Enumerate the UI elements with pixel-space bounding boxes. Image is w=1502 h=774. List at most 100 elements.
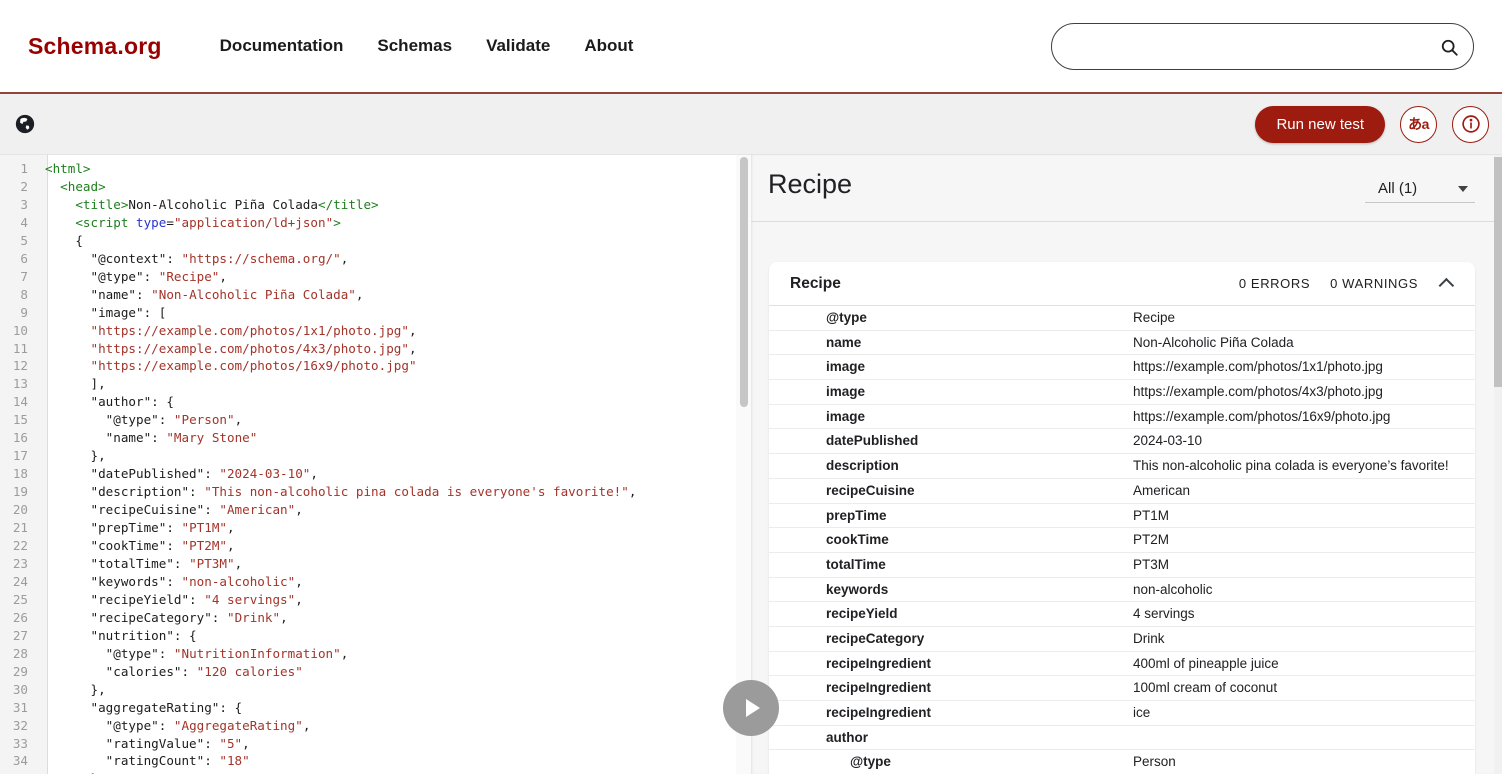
property-name: recipeIngredient (826, 701, 931, 726)
code-line: 22 "cookTime": "PT2M", (0, 537, 736, 555)
property-value: Person (1133, 750, 1176, 774)
property-table: @type RecipenameNon-Alcoholic Piña Colada… (769, 306, 1475, 774)
code-line: 23 "totalTime": "PT3M", (0, 555, 736, 573)
code-line: 24 "keywords": "non-alcoholic", (0, 573, 736, 591)
search-input[interactable] (1052, 24, 1473, 69)
property-value: https://example.com/photos/4x3/photo.jpg (1133, 380, 1383, 405)
property-name: image (826, 380, 865, 405)
property-value: This non-alcoholic pina colada is everyo… (1133, 454, 1449, 479)
code-line: 35 } (0, 770, 736, 774)
nav-schemas[interactable]: Schemas (377, 36, 452, 56)
code-line: 11 "https://example.com/photos/4x3/photo… (0, 340, 736, 358)
info-icon (1460, 113, 1482, 135)
line-number: 19 (0, 483, 38, 501)
run-new-test-button[interactable]: Run new test (1255, 106, 1385, 143)
code-line: 6 "@context": "https://schema.org/", (0, 250, 736, 268)
results-header: Recipe All (1) (751, 155, 1494, 222)
code-editor[interactable]: 1<html>2 <head>3 <title>Non-Alcoholic Pi… (0, 155, 736, 774)
property-value: https://example.com/photos/1x1/photo.jpg (1133, 355, 1383, 380)
code-line: 26 "recipeCategory": "Drink", (0, 609, 736, 627)
line-number: 26 (0, 609, 38, 627)
code-line: 31 "aggregateRating": { (0, 699, 736, 717)
property-row: recipeIngredient100ml cream of coconut (769, 676, 1475, 701)
line-number: 8 (0, 286, 38, 304)
property-row: nameNon-Alcoholic Piña Colada (769, 331, 1475, 356)
property-value: 100ml cream of coconut (1133, 676, 1277, 701)
property-name: recipeIngredient (826, 652, 931, 677)
property-name: name (826, 331, 861, 356)
code-line: 8 "name": "Non-Alcoholic Piña Colada", (0, 286, 736, 304)
line-number: 9 (0, 304, 38, 322)
test-toolbar: Run new test あa (0, 94, 1502, 155)
schema-org-logo[interactable]: Schema.org (28, 33, 162, 60)
line-number: 21 (0, 519, 38, 537)
code-line: 9 "image": [ (0, 304, 736, 322)
code-line: 2 <head> (0, 178, 736, 196)
property-name: @type (826, 306, 867, 331)
line-number: 30 (0, 681, 38, 699)
property-value: Recipe (1133, 306, 1175, 331)
line-number: 24 (0, 573, 38, 591)
property-name: description (826, 454, 899, 479)
recipe-result-card: Recipe 0 ERRORS 0 WARNINGS @typeRecipena… (769, 262, 1475, 774)
property-row: recipeYield4 servings (769, 602, 1475, 627)
property-row: cookTimePT2M (769, 528, 1475, 553)
line-number: 15 (0, 411, 38, 429)
line-number: 2 (0, 178, 38, 196)
property-value: PT3M (1133, 553, 1169, 578)
language-button[interactable]: あa (1400, 106, 1437, 143)
line-number: 34 (0, 752, 38, 770)
property-row: image https://example.com/photos/4x3/phot… (769, 380, 1475, 405)
code-line: 10 "https://example.com/photos/1x1/photo… (0, 322, 736, 340)
line-number: 14 (0, 393, 38, 411)
code-line: 32 "@type": "AggregateRating", (0, 717, 736, 735)
line-number: 4 (0, 214, 38, 232)
property-name: prepTime (826, 504, 887, 529)
filter-label: All (1) (1378, 180, 1417, 197)
search-box (1051, 23, 1474, 70)
property-name: cookTime (826, 528, 889, 553)
play-icon (746, 699, 760, 717)
property-name: image (826, 405, 865, 430)
page-scrollbar-thumb[interactable] (1494, 157, 1502, 387)
code-line: 33 "ratingValue": "5", (0, 735, 736, 753)
code-line: 25 "recipeYield": "4 servings", (0, 591, 736, 609)
page-scrollbar (1494, 155, 1502, 774)
code-line: 3 <title>Non-Alcoholic Piña Colada</titl… (0, 196, 736, 214)
line-number: 27 (0, 627, 38, 645)
property-row: recipeCuisineAmerican (769, 479, 1475, 504)
property-name: keywords (826, 578, 888, 603)
run-play-button[interactable] (723, 680, 779, 736)
nav-validate[interactable]: Validate (486, 36, 550, 56)
collapse-chevron-icon[interactable] (1439, 278, 1455, 294)
search-icon[interactable] (1439, 37, 1460, 58)
line-number: 18 (0, 465, 38, 483)
line-number: 1 (0, 160, 38, 178)
line-number: 25 (0, 591, 38, 609)
line-number: 3 (0, 196, 38, 214)
code-line: 29 "calories": "120 calories" (0, 663, 736, 681)
code-line: 17 }, (0, 447, 736, 465)
results-panel: Recipe All (1) Recipe 0 ERRORS 0 WARNING… (751, 155, 1494, 774)
code-line: 4 <script type="application/ld+json"> (0, 214, 736, 232)
results-filter-dropdown[interactable]: All (1) (1365, 175, 1475, 203)
code-line: 34 "ratingCount": "18" (0, 752, 736, 770)
nav-documentation[interactable]: Documentation (220, 36, 344, 56)
property-value: American (1133, 479, 1190, 504)
main-nav: Documentation Schemas Validate About (220, 36, 634, 56)
property-row: datePublished2024-03-10 (769, 429, 1475, 454)
schema-org-validator-page: Schema.org Documentation Schemas Validat… (0, 0, 1502, 774)
nav-about[interactable]: About (584, 36, 633, 56)
line-number: 28 (0, 645, 38, 663)
property-row: @typePerson (769, 750, 1475, 774)
line-number: 13 (0, 375, 38, 393)
property-value: https://example.com/photos/16x9/photo.jp… (1133, 405, 1390, 430)
line-number: 29 (0, 663, 38, 681)
info-button[interactable] (1452, 106, 1489, 143)
property-row: image https://example.com/photos/16x9/pho… (769, 405, 1475, 430)
card-header[interactable]: Recipe 0 ERRORS 0 WARNINGS (769, 262, 1475, 306)
property-row: @type Recipe (769, 306, 1475, 331)
editor-scrollbar-thumb[interactable] (740, 157, 748, 407)
property-value: PT1M (1133, 504, 1169, 529)
property-name: datePublished (826, 429, 918, 454)
